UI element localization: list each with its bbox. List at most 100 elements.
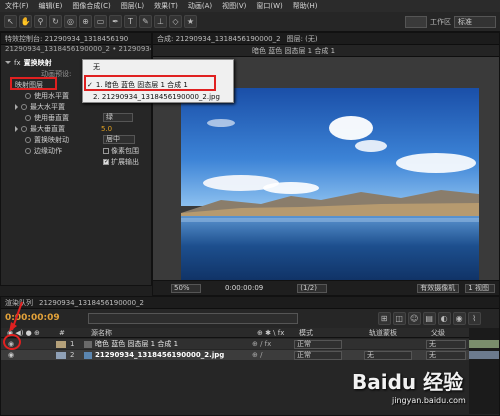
draft-3d-icon[interactable]: ◫ bbox=[392, 311, 406, 325]
clone-stamp-tool-icon[interactable]: ⊥ bbox=[154, 15, 167, 28]
footage-layer-icon bbox=[84, 351, 92, 359]
pen-tool-icon[interactable]: ✒ bbox=[109, 15, 122, 28]
visibility-eye-icon[interactable]: ◉ bbox=[8, 351, 56, 359]
max-vertical-value[interactable]: 5.0 bbox=[101, 125, 112, 133]
use-vertical-row: 使用垂直置 绿 bbox=[25, 112, 133, 123]
puppet-tool-icon[interactable]: ★ bbox=[184, 15, 197, 28]
expand-output-checkbox[interactable]: ✓ bbox=[103, 158, 109, 165]
timeline-header: 0:00:00:09 ⊞ ◫ ☺ ▤ ◐ ◉ ⌇ bbox=[1, 309, 499, 327]
menu-help[interactable]: 帮助(H) bbox=[288, 1, 323, 11]
layer-name[interactable]: 暗色 蓝色 固态层 1 合成 1 bbox=[95, 339, 252, 349]
pan-behind-tool-icon[interactable]: ⊕ bbox=[79, 15, 92, 28]
dropdown-item-jpg[interactable]: 2. 21290934_1318456190000_2.jpg bbox=[83, 92, 233, 103]
eraser-tool-icon[interactable]: ◇ bbox=[169, 15, 182, 28]
layer-name[interactable]: 21290934_1318456190000_2.jpg bbox=[95, 351, 252, 359]
resolution-select[interactable]: (1/2) bbox=[297, 283, 328, 293]
displacement-behavior-select[interactable]: 居中 bbox=[103, 135, 135, 144]
selection-tool-icon[interactable]: ↖ bbox=[4, 15, 17, 28]
menu-animation[interactable]: 动画(A) bbox=[183, 1, 217, 11]
effect-controls-tab[interactable]: 特效控制台: 21290934_1318456190 bbox=[1, 33, 151, 45]
menu-effect[interactable]: 效果(T) bbox=[149, 1, 183, 11]
label-color-swatch[interactable] bbox=[56, 340, 66, 348]
camera-tool-icon[interactable]: ◎ bbox=[64, 15, 77, 28]
layer-duration-bar[interactable] bbox=[469, 340, 499, 348]
menu-bar: 文件(F) 编辑(E) 图像合成(C) 图层(L) 效果(T) 动画(A) 视图… bbox=[0, 0, 500, 12]
timeline-layer-row[interactable]: ◉ 1 暗色 蓝色 固态层 1 合成 1 ⊕ / fx 正常 无 bbox=[1, 339, 469, 349]
trkmat-header[interactable]: 轨道蒙板 bbox=[369, 328, 431, 338]
dropdown-highlight bbox=[84, 75, 216, 91]
layer-parent-select[interactable]: 无 bbox=[426, 350, 466, 360]
use-vertical-select[interactable]: 绿 bbox=[103, 113, 133, 122]
layer-number: 1 bbox=[70, 340, 75, 348]
dropdown-item-none[interactable]: 无 bbox=[83, 62, 233, 73]
brainstorm-icon[interactable]: ◉ bbox=[452, 311, 466, 325]
baidu-watermark-url: jingyan.baidu.com bbox=[392, 396, 466, 405]
timeline-layer-row[interactable]: ◉ 2 21290934_1318456190000_2.jpg ⊕ / 正常 … bbox=[1, 350, 469, 360]
brush-tool-icon[interactable]: ✎ bbox=[139, 15, 152, 28]
layer-switches-icon[interactable]: ⊕ / fx bbox=[252, 340, 294, 348]
expand-arrow-icon[interactable] bbox=[15, 125, 18, 132]
stopwatch-icon[interactable] bbox=[21, 103, 27, 110]
camera-select[interactable]: 有效摄像机 bbox=[417, 283, 460, 293]
frame-blending-icon[interactable]: ▤ bbox=[422, 311, 436, 325]
baidu-watermark-logo: Baidu 经验 bbox=[352, 370, 464, 394]
collapse-arrow-icon[interactable] bbox=[5, 61, 11, 64]
rotate-tool-icon[interactable]: ↻ bbox=[49, 15, 62, 28]
layer-duration-bar[interactable] bbox=[469, 351, 499, 359]
comp-layer-icon bbox=[84, 340, 92, 348]
text-tool-icon[interactable]: T bbox=[124, 15, 137, 28]
timeline-time-graph[interactable] bbox=[469, 328, 499, 414]
menu-layer[interactable]: 图层(L) bbox=[116, 1, 149, 11]
workspace-select[interactable]: 标准 bbox=[454, 16, 496, 28]
viewer-footer: 50% 0:00:00:09 (1/2) 有效摄像机 1 视图 bbox=[153, 280, 499, 295]
use-horizontal-row: 使用水平置 bbox=[25, 90, 69, 101]
expand-output-row: ✓ 扩展输出 bbox=[103, 156, 139, 167]
layer-switches-icon[interactable]: ⊕ / bbox=[252, 351, 294, 359]
layer-parent-select[interactable]: 无 bbox=[426, 339, 466, 349]
menu-composition[interactable]: 图像合成(C) bbox=[67, 1, 115, 11]
viewer-timecode[interactable]: 0:00:00:09 bbox=[225, 284, 263, 292]
menu-window[interactable]: 窗口(W) bbox=[251, 1, 287, 11]
source-name-header[interactable]: 源名称 bbox=[91, 328, 257, 338]
hand-tool-icon[interactable]: ✋ bbox=[19, 15, 32, 28]
hide-shy-layers-icon[interactable]: ☺ bbox=[407, 311, 421, 325]
label-color-swatch[interactable] bbox=[56, 351, 66, 359]
menu-view[interactable]: 视图(V) bbox=[217, 1, 251, 11]
timeline-search-input[interactable] bbox=[87, 312, 298, 324]
preview-image bbox=[181, 88, 479, 291]
stopwatch-icon[interactable] bbox=[25, 114, 31, 121]
layer-mode-select[interactable]: 正常 bbox=[294, 339, 342, 349]
timeline-comp-tab[interactable]: 21290934_1318456190000_2 bbox=[39, 299, 144, 307]
expand-arrow-icon[interactable] bbox=[15, 103, 18, 110]
zoom-tool-icon[interactable]: ⚲ bbox=[34, 15, 47, 28]
stopwatch-icon[interactable] bbox=[21, 125, 27, 132]
max-vertical-label: 最大垂直置 bbox=[30, 124, 65, 133]
layer-trkmat-select[interactable]: 无 bbox=[364, 350, 412, 360]
effect-header-row[interactable]: fx 置换映射 bbox=[5, 57, 52, 68]
composition-subtabs: 暗色 蓝色 固态层 1 合成 1 bbox=[153, 45, 499, 57]
parent-header[interactable]: 父级 bbox=[431, 328, 445, 338]
menu-file[interactable]: 文件(F) bbox=[0, 1, 34, 11]
comp-mini-flowchart-icon[interactable]: ⊞ bbox=[377, 311, 391, 325]
views-select[interactable]: 1 视图 bbox=[465, 283, 496, 293]
wrap-pixels-checkbox[interactable] bbox=[103, 147, 109, 154]
stopwatch-icon[interactable] bbox=[25, 136, 31, 143]
mode-header[interactable]: 模式 bbox=[299, 328, 369, 338]
zoom-select[interactable]: 50% bbox=[171, 283, 201, 293]
graph-editor-icon[interactable]: ⌇ bbox=[467, 311, 481, 325]
stopwatch-icon[interactable] bbox=[25, 147, 31, 154]
layer-mode-select[interactable]: 正常 bbox=[294, 350, 342, 360]
menu-edit[interactable]: 编辑(E) bbox=[34, 1, 68, 11]
layer-tab[interactable]: 图层: (无) bbox=[287, 34, 318, 44]
edge-behavior-label: 边缘动作 bbox=[34, 146, 62, 155]
switches-header-icon: ⊕ ✱ \ fx bbox=[257, 328, 285, 337]
motion-blur-icon[interactable]: ◐ bbox=[437, 311, 451, 325]
stopwatch-icon[interactable] bbox=[25, 92, 31, 99]
max-vertical-row: 最大垂直置 5.0 bbox=[15, 123, 112, 134]
composition-subtab[interactable]: 暗色 蓝色 固态层 1 合成 1 bbox=[252, 46, 335, 56]
wrap-pixels-label: 像素包围 bbox=[111, 146, 139, 155]
max-horizontal-row: 最大水平置 bbox=[15, 101, 65, 112]
composition-tab[interactable]: 合成: 21290934_1318456190000_2 bbox=[157, 34, 281, 44]
rectangle-mask-tool-icon[interactable]: ▭ bbox=[94, 15, 107, 28]
workspace-toggle-button[interactable] bbox=[405, 16, 427, 28]
